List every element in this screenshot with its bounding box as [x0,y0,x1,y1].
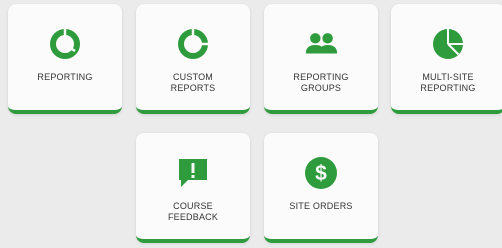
tile-label: COURSE FEEDBACK [167,201,219,222]
ring-chart-icon [175,26,211,62]
course-feedback-tile[interactable]: COURSE FEEDBACK [136,133,250,243]
users-group-icon [303,26,339,62]
reporting-tile[interactable]: REPORTING [8,4,122,114]
multi-site-reporting-tile[interactable]: MULTI-SITE REPORTING [391,4,502,114]
feedback-alert-icon [175,155,211,191]
svg-text:$: $ [315,162,327,185]
reporting-groups-tile[interactable]: REPORTING GROUPS [264,4,378,114]
tile-label: SITE ORDERS [289,201,353,211]
tile-label: CUSTOM REPORTS [170,72,216,93]
custom-reports-tile[interactable]: CUSTOM REPORTS [136,4,250,114]
dollar-circle-icon: $ [303,155,339,191]
pie-chart-icon [430,26,466,62]
donut-chart-icon [47,26,83,62]
site-orders-tile[interactable]: $ SITE ORDERS [264,133,378,243]
tile-label: REPORTING GROUPS [293,72,349,93]
tile-label: MULTI-SITE REPORTING [420,72,476,93]
tile-label: REPORTING [37,72,93,82]
